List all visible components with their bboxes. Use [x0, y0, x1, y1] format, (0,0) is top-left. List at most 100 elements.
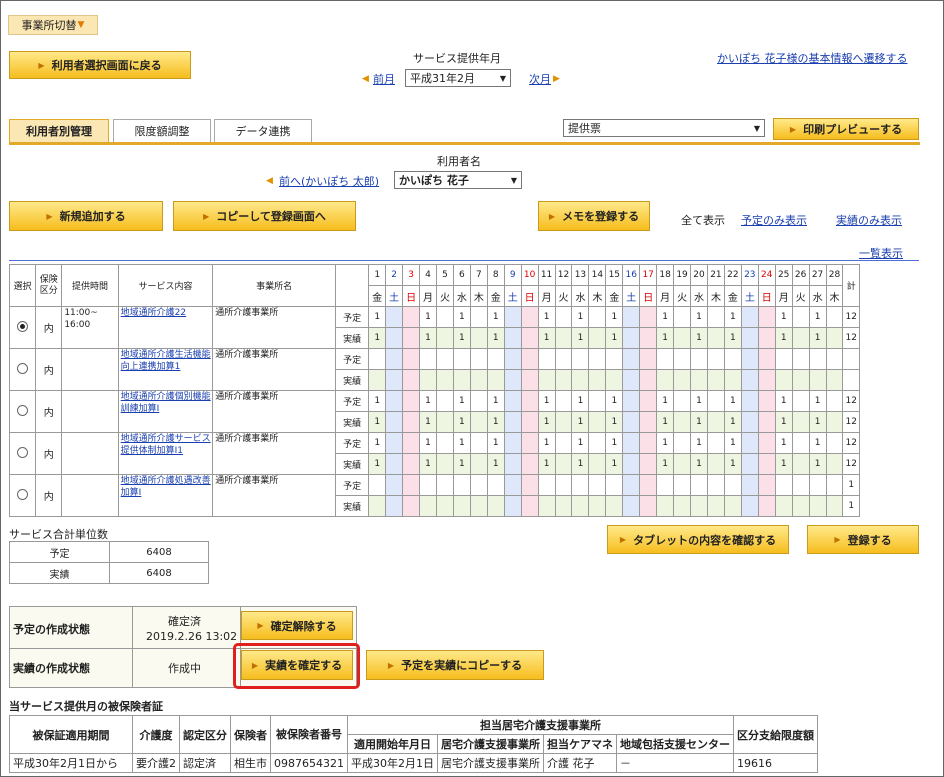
day-cell[interactable]: [622, 495, 641, 517]
day-cell[interactable]: [757, 369, 776, 391]
day-cell[interactable]: [791, 474, 810, 496]
day-cell[interactable]: 1: [605, 432, 624, 454]
day-cell[interactable]: [385, 495, 404, 517]
month-select[interactable]: 平成31年2月 ▼: [405, 69, 511, 87]
day-cell[interactable]: 1: [723, 432, 742, 454]
day-cell[interactable]: [808, 495, 827, 517]
day-cell[interactable]: [486, 369, 505, 391]
day-cell[interactable]: 1: [368, 306, 387, 328]
day-cell[interactable]: [690, 369, 708, 391]
day-cell[interactable]: [757, 495, 776, 517]
day-cell[interactable]: [740, 432, 759, 454]
day-cell[interactable]: 1: [537, 411, 556, 433]
radio-icon[interactable]: [17, 446, 29, 458]
service-link[interactable]: 地域通所介護個別機能訓練加算Ⅰ: [121, 392, 211, 414]
day-cell[interactable]: [588, 411, 607, 433]
day-cell[interactable]: [656, 369, 675, 391]
day-cell[interactable]: 1: [774, 411, 793, 433]
day-cell[interactable]: [503, 327, 522, 349]
day-cell[interactable]: 1: [452, 453, 471, 475]
day-cell[interactable]: [740, 390, 759, 412]
day-cell[interactable]: 1: [419, 432, 437, 454]
day-cell[interactable]: 1: [656, 411, 675, 433]
day-cell[interactable]: [588, 348, 607, 370]
day-cell[interactable]: [706, 495, 725, 517]
day-cell[interactable]: [740, 474, 759, 496]
day-cell[interactable]: 1: [368, 411, 387, 433]
day-cell[interactable]: [808, 474, 827, 496]
tab-limit-adjust[interactable]: 限度額調整: [113, 119, 211, 142]
day-cell[interactable]: [622, 369, 641, 391]
day-cell[interactable]: [639, 327, 658, 349]
day-cell[interactable]: 1: [537, 432, 556, 454]
day-cell[interactable]: [368, 348, 387, 370]
day-cell[interactable]: [402, 474, 421, 496]
day-cell[interactable]: [690, 474, 708, 496]
day-cell[interactable]: [622, 306, 641, 328]
day-cell[interactable]: [486, 348, 505, 370]
day-cell[interactable]: [452, 348, 471, 370]
row-select-radio[interactable]: [8, 390, 37, 433]
day-cell[interactable]: [419, 369, 437, 391]
day-cell[interactable]: [723, 369, 742, 391]
day-cell[interactable]: [503, 306, 522, 328]
day-cell[interactable]: [757, 306, 776, 328]
day-cell[interactable]: 1: [808, 453, 827, 475]
day-cell[interactable]: [419, 474, 437, 496]
prev-month-link[interactable]: 前月: [373, 71, 395, 87]
day-cell[interactable]: [757, 411, 776, 433]
day-cell[interactable]: 1: [808, 411, 827, 433]
day-cell[interactable]: [791, 369, 810, 391]
radio-icon[interactable]: [17, 320, 29, 332]
day-cell[interactable]: [825, 453, 844, 475]
day-cell[interactable]: [757, 432, 776, 454]
day-cell[interactable]: [385, 306, 404, 328]
day-cell[interactable]: [537, 369, 556, 391]
day-cell[interactable]: [673, 495, 692, 517]
day-cell[interactable]: [554, 474, 573, 496]
day-cell[interactable]: [486, 495, 505, 517]
day-cell[interactable]: [588, 327, 607, 349]
day-cell[interactable]: [435, 327, 454, 349]
day-cell[interactable]: 1: [656, 432, 675, 454]
day-cell[interactable]: [571, 495, 590, 517]
office-switch-button[interactable]: 事業所切替 ▼: [8, 15, 98, 35]
day-cell[interactable]: [588, 369, 607, 391]
day-cell[interactable]: [706, 411, 725, 433]
day-cell[interactable]: 1: [605, 327, 624, 349]
day-cell[interactable]: 1: [808, 327, 827, 349]
day-cell[interactable]: [554, 369, 573, 391]
day-cell[interactable]: [825, 306, 844, 328]
day-cell[interactable]: [706, 453, 725, 475]
day-cell[interactable]: 1: [723, 453, 742, 475]
day-cell[interactable]: 1: [486, 453, 505, 475]
day-cell[interactable]: [435, 306, 454, 328]
day-cell[interactable]: [673, 306, 692, 328]
day-cell[interactable]: [385, 327, 404, 349]
print-preview-button[interactable]: ▶ 印刷プレビューする: [773, 118, 919, 140]
day-cell[interactable]: [520, 390, 539, 412]
list-view-link[interactable]: 一覧表示: [859, 245, 903, 261]
day-cell[interactable]: 1: [419, 453, 437, 475]
day-cell[interactable]: 1: [571, 453, 590, 475]
day-cell[interactable]: [808, 348, 827, 370]
day-cell[interactable]: [402, 390, 421, 412]
day-cell[interactable]: 1: [537, 390, 556, 412]
day-cell[interactable]: [588, 390, 607, 412]
day-cell[interactable]: 1: [452, 327, 471, 349]
day-cell[interactable]: [537, 474, 556, 496]
day-cell[interactable]: [402, 369, 421, 391]
day-cell[interactable]: [469, 348, 488, 370]
day-cell[interactable]: 1: [486, 306, 505, 328]
day-cell[interactable]: [435, 495, 454, 517]
day-cell[interactable]: [656, 474, 675, 496]
day-cell[interactable]: [385, 411, 404, 433]
day-cell[interactable]: [706, 327, 725, 349]
day-cell[interactable]: 1: [537, 306, 556, 328]
day-cell[interactable]: 1: [656, 453, 675, 475]
day-cell[interactable]: 1: [368, 453, 387, 475]
day-cell[interactable]: [554, 432, 573, 454]
day-cell[interactable]: [740, 411, 759, 433]
day-cell[interactable]: [520, 411, 539, 433]
day-cell[interactable]: [825, 348, 844, 370]
